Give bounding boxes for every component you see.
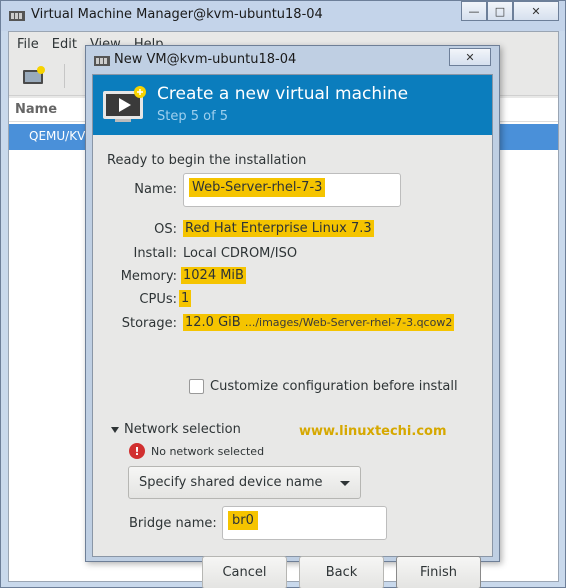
new-vm-dialog: New VM@kvm-ubuntu18-04 ✕ Create a new vi… — [85, 45, 500, 588]
menu-file[interactable]: File — [17, 37, 39, 52]
cancel-button[interactable]: Cancel — [202, 556, 287, 588]
storage-label: Storage: — [121, 316, 177, 331]
close-icon[interactable]: ✕ — [449, 48, 491, 66]
name-label: Name: — [134, 182, 177, 197]
expander-arrow-icon — [111, 426, 119, 433]
storage-size: 12.0 GiB — [185, 315, 241, 330]
os-value: Red Hat Enterprise Linux 7.3 — [183, 220, 374, 237]
memory-value: 1024 MiB — [181, 267, 246, 284]
network-source-value: Specify shared device name — [139, 475, 323, 490]
minimize-button[interactable]: — — [461, 1, 487, 21]
chevron-down-icon — [340, 481, 350, 486]
new-vm-icon[interactable] — [21, 64, 47, 88]
back-button[interactable]: Back — [299, 556, 384, 588]
dialog-client: Create a new virtual machine Step 5 of 5… — [92, 74, 493, 588]
customize-label: Customize configuration before install — [210, 379, 458, 394]
vm-name-value: Web-Server-rhel-7-3 — [189, 178, 326, 197]
banner-title: Create a new virtual machine — [157, 84, 409, 104]
network-warning-text: No network selected — [151, 444, 265, 458]
toolbar-separator — [64, 64, 65, 88]
maximize-button[interactable]: □ — [487, 1, 513, 21]
ready-heading: Ready to begin the installation — [107, 153, 307, 168]
customize-checkbox[interactable] — [189, 379, 204, 394]
memory-label: Memory: — [120, 269, 177, 284]
wizard-banner: Create a new virtual machine Step 5 of 5 — [93, 75, 492, 135]
cpus-label: CPUs: — [139, 292, 177, 307]
dialog-titlebar: New VM@kvm-ubuntu18-04 ✕ — [86, 46, 499, 74]
app-icon — [94, 56, 110, 66]
bridge-name-label: Bridge name: — [129, 516, 217, 531]
summary-content: Ready to begin the installation Name: We… — [93, 135, 492, 556]
bridge-name-value: br0 — [228, 511, 258, 530]
warning-icon: ! — [129, 443, 145, 459]
network-expander[interactable]: Network selection — [111, 422, 241, 437]
monitor-play-icon — [103, 86, 146, 122]
install-label: Install: — [133, 246, 177, 261]
cpus-value: 1 — [179, 290, 192, 307]
banner-step: Step 5 of 5 — [157, 109, 229, 124]
app-icon — [9, 11, 25, 21]
menu-edit[interactable]: Edit — [52, 37, 77, 52]
close-window-button[interactable]: ✕ — [513, 1, 559, 21]
dialog-title: New VM@kvm-ubuntu18-04 — [114, 52, 297, 67]
customize-checkbox-row[interactable]: Customize configuration before install — [189, 379, 458, 394]
network-warning: ! No network selected — [129, 443, 264, 459]
os-label: OS: — [154, 222, 177, 237]
bridge-name-field[interactable]: br0 — [222, 506, 387, 540]
network-section-label: Network selection — [124, 422, 241, 437]
vm-name-field[interactable]: Web-Server-rhel-7-3 — [183, 173, 401, 207]
main-titlebar: Virtual Machine Manager@kvm-ubuntu18-04 … — [1, 1, 565, 31]
network-source-select[interactable]: Specify shared device name — [128, 466, 361, 499]
install-value: Local CDROM/ISO — [183, 246, 298, 261]
finish-button[interactable]: Finish — [396, 556, 481, 588]
main-window-title: Virtual Machine Manager@kvm-ubuntu18-04 — [31, 7, 323, 22]
storage-path: .../images/Web-Server-rhel-7-3.qcow2 — [244, 316, 453, 329]
watermark: www.linuxtechi.com — [299, 424, 447, 439]
